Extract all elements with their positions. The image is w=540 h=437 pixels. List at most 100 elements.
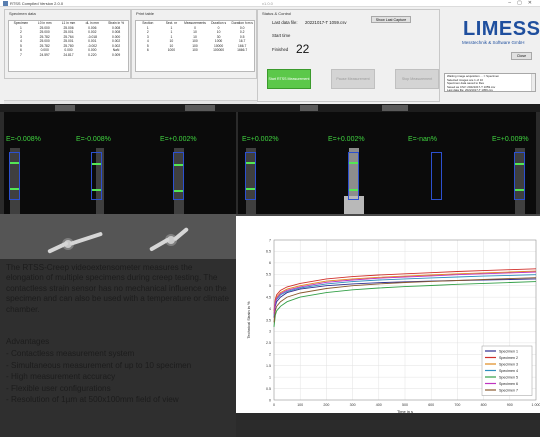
- strip-block: [185, 105, 215, 111]
- y-tick-label: 6.5: [266, 250, 271, 254]
- measurement-box[interactable]: [514, 152, 525, 200]
- x-tick-label: 900: [507, 403, 513, 407]
- gauge-mark: [349, 162, 358, 164]
- app-icon: [3, 1, 8, 6]
- log-lines: Waiting image acquisition ... = Specimen…: [447, 74, 529, 92]
- y-tick-label: 3: [269, 330, 271, 334]
- x-tick-label: 800: [481, 403, 487, 407]
- print-row[interactable]: 6 1000 100 100000 1666.7: [136, 48, 254, 53]
- strain-chart: 0 0.5 1 1.5 2 2.5 3 3.5 4 4.5 5 5.5 6 6.5 7 0 100 200 300 4…: [246, 238, 540, 413]
- strip-block: [382, 105, 408, 111]
- gauge-mark: [246, 188, 255, 190]
- app-main-area: Specimen data Specimen L0 in mm L1 in mm dL…: [0, 7, 540, 104]
- table-cell: 1000: [167, 48, 176, 52]
- window-version: v1.0.0: [262, 1, 273, 6]
- y-tick-label: 5: [269, 284, 271, 288]
- show-last-capture-button[interactable]: Show Last Capture: [371, 16, 411, 23]
- specimen-data-group: Specimen data Specimen L0 in mm L1 in mm dL…: [4, 9, 131, 79]
- advantages-title: Advantages: [6, 337, 50, 346]
- specimen-row[interactable]: 7 24.597 24.817 0.220 0.009: [9, 53, 128, 58]
- measurement-box[interactable]: [348, 152, 359, 200]
- window-title: RTSS Compiled Version 2.0.0: [10, 1, 64, 6]
- advantage-item: - Flexible user configurations: [6, 383, 111, 393]
- measurement-box[interactable]: [91, 152, 102, 200]
- stop-measurement-button[interactable]: Stop Measurement: [395, 69, 439, 89]
- camera-view-right[interactable]: E=+0.002% E=+0.002% E=-nan% E=+0.009%: [238, 112, 536, 214]
- camera-toolbar-strip: [0, 104, 540, 112]
- table-cell: 24.817: [63, 52, 74, 57]
- advantage-item: - High measurement accuracy: [6, 372, 116, 381]
- gauge-mark: [10, 188, 19, 190]
- y-tick-label: 1.5: [266, 364, 271, 368]
- legend-label: Specimen 2: [499, 356, 518, 360]
- gauge-mark: [92, 163, 101, 165]
- log-box[interactable]: Waiting image acquisition ... = Specimen…: [444, 73, 536, 92]
- gauge-mark: [174, 190, 183, 192]
- table-cell: 100000: [213, 48, 225, 52]
- legend-label: Specimen 6: [499, 382, 518, 386]
- gauge-mark: [515, 163, 524, 165]
- advantage-item: - Resolution of 1µm at 500x100mm field o…: [6, 395, 179, 404]
- gauge-mark: [10, 162, 19, 164]
- specimen-data-title: Specimen data: [9, 11, 36, 16]
- measurement-box[interactable]: [431, 152, 442, 200]
- clamp-handle: [172, 226, 190, 242]
- x-tick-label: 0: [273, 403, 275, 407]
- legend-label: Specimen 3: [499, 362, 518, 366]
- close-button[interactable]: Close: [511, 52, 532, 60]
- y-tick-label: 2.5: [266, 341, 271, 345]
- specimen-table[interactable]: Specimen L0 in mm L1 in mm dL in mm Strain i…: [8, 20, 129, 72]
- strip-block: [300, 105, 318, 111]
- y-tick-label: 0: [269, 398, 271, 402]
- legend-label: Specimen 4: [499, 369, 518, 373]
- y-tick-label: 1: [269, 375, 271, 379]
- log-scrollbar[interactable]: [531, 74, 535, 91]
- pause-measurement-button[interactable]: Pause Measurement: [331, 69, 375, 89]
- strain-label: E=-0.008%: [76, 136, 111, 143]
- strain-label: E=+0.002%: [242, 136, 279, 143]
- measurement-box[interactable]: [9, 152, 20, 200]
- strain-label: E=+0.002%: [328, 136, 365, 143]
- measurement-box[interactable]: [173, 152, 184, 200]
- strain-label: E=+0.002%: [160, 136, 197, 143]
- limess-logo-subtitle: Messtechnik & Software GmbH: [462, 40, 525, 45]
- finished-count-label: Finished: [272, 47, 289, 52]
- print-table[interactable]: Section Sect. nr Measurements Duration s Dur…: [135, 20, 255, 72]
- measurement-box[interactable]: [245, 152, 256, 200]
- start-time-label: Start time: [272, 33, 291, 38]
- camera-view-left[interactable]: E=-0.008% E=-0.008% E=+0.002%: [4, 112, 236, 214]
- description-panel: The RTSS-Creep videoextensometer measure…: [0, 259, 236, 437]
- limess-logo-title: LIMESS: [463, 18, 540, 40]
- table-cell: 0.220: [88, 52, 97, 57]
- advantages-list: - Contactless measurement system - Simul…: [6, 348, 232, 406]
- chart-bottom-margin: [236, 413, 540, 437]
- last-data-label: Last data file:: [272, 20, 298, 25]
- gauge-mark: [246, 162, 255, 164]
- clamp-handle: [69, 231, 103, 246]
- y-tick-label: 7: [269, 238, 271, 242]
- x-tick-label: 400: [376, 403, 382, 407]
- strip-block: [55, 105, 75, 111]
- y-tick-label: 3.5: [266, 318, 271, 322]
- window-controls[interactable]: –▢✕: [508, 0, 538, 7]
- gauge-mark: [92, 189, 101, 191]
- advantage-item: - Simultaneous measurement of up to 10 s…: [6, 360, 192, 370]
- y-tick-label: 0.5: [266, 387, 271, 391]
- x-tick-label: 200: [323, 403, 329, 407]
- legend-label: Specimen 7: [499, 388, 518, 392]
- table-cell: 6: [146, 48, 149, 52]
- y-tick-label: 6: [269, 261, 271, 265]
- last-data-value: 20221017-T 1059.csv: [305, 20, 347, 25]
- y-tick-label: 4: [269, 307, 271, 311]
- table-cell: 1666.7: [237, 48, 248, 52]
- y-tick-label: 4.5: [266, 295, 271, 299]
- table-cell: 0.009: [111, 52, 121, 57]
- log-line: Last data file: 20221017-T 1059.csv: [447, 88, 493, 92]
- table-cell: 7: [19, 52, 22, 57]
- start-measurement-button[interactable]: Start RTSS Measurement: [267, 69, 311, 89]
- x-tick-label: 700: [454, 403, 460, 407]
- x-tick-label: 300: [350, 403, 356, 407]
- advantage-item: - Contactless measurement system: [6, 349, 135, 358]
- product-description: The RTSS-Creep videoextensometer measure…: [6, 263, 230, 314]
- table-cell: 100: [192, 48, 198, 52]
